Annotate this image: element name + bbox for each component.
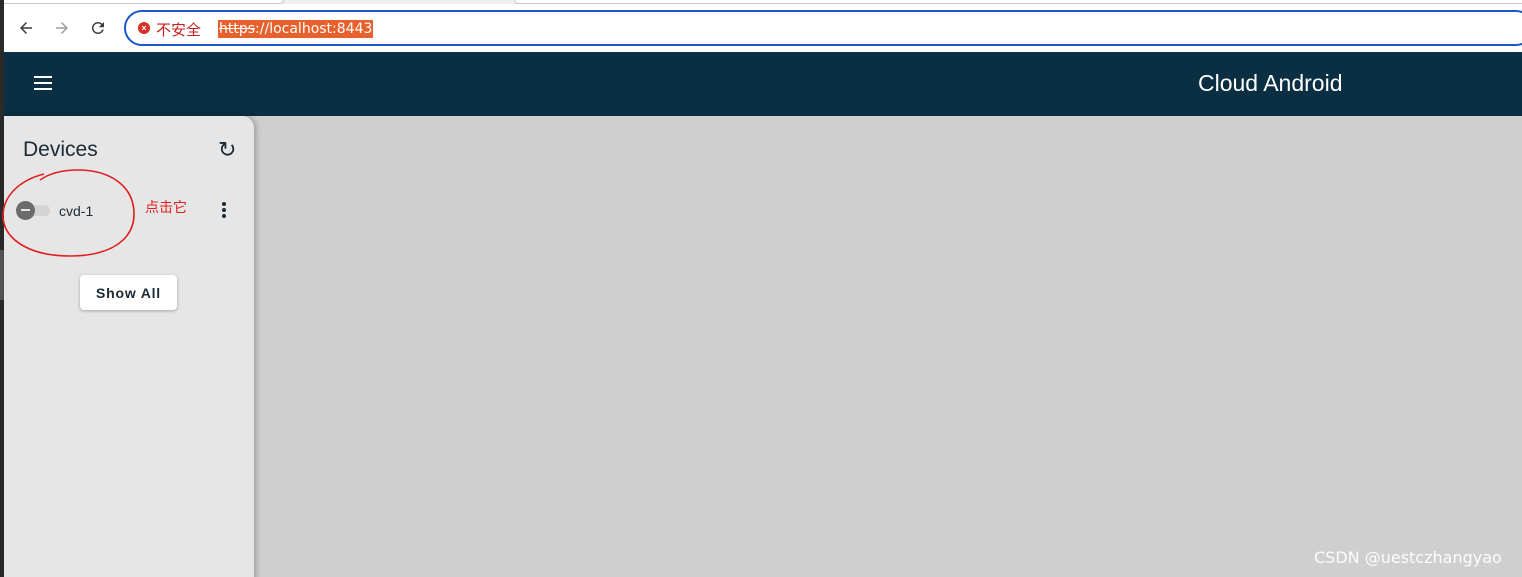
refresh-icon[interactable]: ↻ bbox=[218, 138, 236, 163]
app-header: Cloud Android bbox=[4, 52, 1522, 116]
device-connect-toggle[interactable] bbox=[16, 201, 50, 220]
not-secure-icon[interactable]: × bbox=[138, 22, 150, 34]
device-name: cvd-1 bbox=[59, 203, 94, 219]
app-title: Cloud Android bbox=[1198, 70, 1343, 96]
address-bar[interactable]: × 不安全 https://localhost:8443 bbox=[124, 10, 1522, 46]
arrow-left-icon bbox=[20, 22, 32, 34]
hamburger-menu-icon[interactable] bbox=[34, 76, 54, 92]
tab[interactable] bbox=[514, 0, 1522, 4]
reload-button[interactable] bbox=[84, 14, 112, 42]
watermark: CSDN @uestczhangyao bbox=[1314, 548, 1502, 567]
reload-icon bbox=[91, 21, 104, 34]
panel-title: Devices bbox=[23, 138, 98, 161]
devices-panel: Devices ↻ cvd-1 Show All bbox=[4, 116, 254, 577]
tab-strip bbox=[4, 0, 1522, 4]
arrow-right-icon bbox=[56, 22, 68, 34]
device-row: cvd-1 bbox=[10, 196, 240, 228]
security-label[interactable]: 不安全 bbox=[156, 19, 201, 40]
url-text[interactable]: https://localhost:8443 bbox=[218, 20, 374, 38]
url-host: ://localhost:8443 bbox=[255, 21, 373, 37]
screen: × 不安全 https://localhost:8443 Cloud Andro… bbox=[0, 0, 1522, 577]
back-button[interactable] bbox=[12, 14, 40, 42]
url-scheme: https bbox=[219, 21, 256, 37]
more-vert-icon[interactable] bbox=[218, 202, 230, 222]
tab[interactable] bbox=[4, 0, 284, 4]
forward-button[interactable] bbox=[48, 14, 76, 42]
show-all-button[interactable]: Show All bbox=[80, 275, 177, 310]
toggle-thumb bbox=[16, 201, 35, 220]
annotation-note: 点击它 bbox=[145, 200, 187, 216]
